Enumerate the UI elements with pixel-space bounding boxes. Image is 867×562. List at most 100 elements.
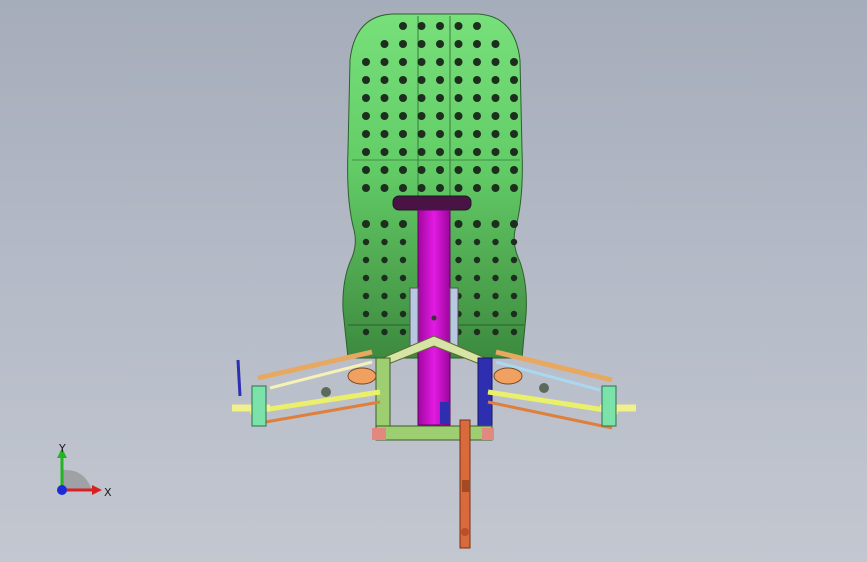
perforation-hole [362,292,370,300]
perforation-hole [399,184,407,192]
perforation-hole [473,76,481,84]
perforation-hole [491,94,500,102]
perforation-hole [381,310,388,318]
perforation-hole [436,148,444,156]
left-arm[interactable] [232,349,381,427]
perforation-hole [455,256,462,264]
perforation-hole [491,40,500,48]
perforation-hole [417,58,426,66]
perforation-hole [436,22,444,30]
perforation-hole [454,76,463,84]
perforation-hole [473,94,481,102]
perforation-hole [362,94,370,102]
perforation-hole [491,76,500,84]
perforation-hole [399,58,407,66]
perforation-hole [436,166,444,174]
perforation-hole [491,220,500,228]
foot-link[interactable] [459,419,471,549]
perforation-hole [399,328,407,336]
z-axis-dot [57,485,67,495]
perforation-hole [454,22,463,30]
perforation-hole [510,256,518,264]
perforation-hole [473,328,481,336]
x-axis-label: X [104,486,112,499]
perforation-hole [510,76,518,84]
perforation-hole [473,40,481,48]
y-axis-label: Y [59,442,66,455]
perforation-hole [510,292,518,300]
perforation-hole [380,184,389,192]
perforation-hole [380,94,389,102]
perforation-hole [491,130,500,138]
cad-viewport[interactable]: Y X [0,0,867,562]
perforation-hole [492,256,499,264]
perforation-hole [510,58,518,66]
perforation-hole [362,238,370,246]
perforation-hole [510,274,518,282]
perforation-hole [380,58,389,66]
perforation-hole [454,220,463,228]
perforation-hole [491,58,500,66]
perforation-hole [510,220,518,228]
perforation-hole [399,166,407,174]
perforation-hole [417,94,426,102]
perforation-hole [473,256,481,264]
perforation-hole [399,112,407,120]
perforation-hole [417,148,426,156]
perforation-hole [399,76,407,84]
perforation-hole [510,238,518,246]
perforation-hole [491,112,500,120]
perforation-hole [454,184,463,192]
perforation-hole [454,40,463,48]
perforation-hole [362,274,370,282]
perforation-hole [362,112,370,120]
perforation-hole [417,184,426,192]
perforation-hole [492,310,499,318]
perforation-hole [381,256,388,264]
perforation-hole [510,310,518,318]
perforation-hole [362,256,370,264]
perforation-hole [473,310,481,318]
perforation-hole [399,238,407,246]
perforation-hole [455,238,462,246]
perforation-hole [473,130,481,138]
perforation-hole [454,148,463,156]
perforation-hole [380,220,389,228]
perforation-hole [436,58,444,66]
perforation-hole [436,130,444,138]
perforation-hole [362,184,370,192]
perforation-hole [399,220,407,228]
perforation-hole [491,184,500,192]
perforation-hole [454,166,463,174]
right-arm[interactable] [487,349,636,430]
perforation-hole [473,166,481,174]
perforation-hole [510,94,518,102]
perforation-hole [491,148,500,156]
perforation-hole [399,22,407,30]
perforation-hole [417,166,426,174]
perforation-hole [492,238,499,246]
perforation-hole [380,76,389,84]
perforation-hole [436,40,444,48]
perforation-hole [381,274,388,282]
perforation-hole [380,148,389,156]
perforation-hole [473,112,481,120]
assembly-model[interactable] [0,0,867,562]
perforation-hole [473,274,481,282]
perforation-hole [473,148,481,156]
perforation-hole [436,184,444,192]
perforation-hole [510,130,518,138]
perforation-hole [362,166,370,174]
perforation-hole [473,292,481,300]
perforation-hole [492,274,499,282]
perforation-hole [454,112,463,120]
perforation-hole [399,310,407,318]
perforation-hole [362,58,370,66]
perforation-hole [473,184,481,192]
perforation-hole [399,274,407,282]
perforation-hole [454,58,463,66]
perforation-hole [399,148,407,156]
perforation-hole [510,184,518,192]
perforation-hole [380,40,389,48]
perforation-hole [362,310,370,318]
